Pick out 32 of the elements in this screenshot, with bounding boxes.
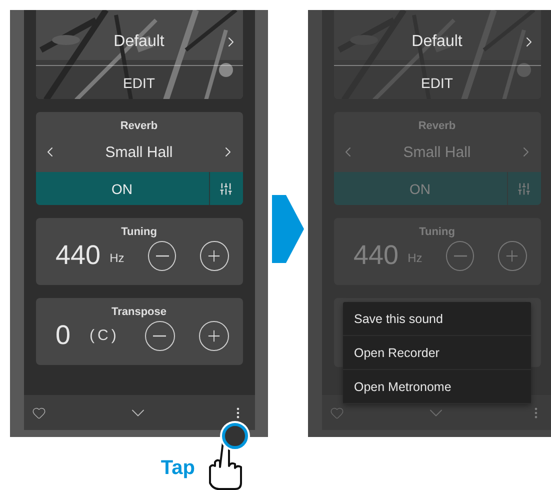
plus-button[interactable]	[198, 320, 228, 350]
heart-icon[interactable]	[32, 406, 46, 420]
transpose-value: 0	[56, 320, 72, 351]
sliders-icon[interactable]	[210, 172, 242, 205]
card-title: Reverb	[417, 119, 457, 132]
card-title: Reverb	[119, 119, 159, 132]
tap-label: Tap	[160, 457, 195, 481]
sliders-icon[interactable]	[508, 172, 540, 205]
edit-button[interactable]: EDIT	[334, 66, 540, 99]
preset-value: Default	[114, 32, 164, 50]
minus-button[interactable]	[144, 320, 174, 350]
on-toggle-button[interactable]: ON	[36, 172, 210, 205]
card-title: Tuning	[418, 225, 456, 238]
minus-icon	[454, 254, 467, 256]
minus-icon	[153, 334, 166, 336]
unit-label: Hz	[110, 251, 124, 267]
card-title: Transpose	[110, 305, 168, 318]
reverb-value: Small Hall	[403, 144, 471, 160]
tuning-value: 440	[354, 240, 396, 271]
minus-button[interactable]	[148, 240, 176, 270]
tuning-value: 440	[56, 240, 98, 271]
unit-label: Hz	[408, 251, 422, 267]
menu-item[interactable]: Open Recorder	[343, 336, 531, 370]
preset-value: Default	[412, 32, 462, 50]
reverb-value: Small Hall	[105, 144, 173, 160]
plus-button[interactable]	[200, 240, 229, 270]
arrow-icon	[272, 195, 304, 263]
minus-icon	[156, 254, 169, 256]
menu-item[interactable]: Save this sound	[343, 302, 531, 336]
unit-label: (C)	[90, 327, 120, 344]
menu-item[interactable]: Open Metronome	[343, 370, 531, 404]
card-title: Tuning	[120, 225, 158, 238]
